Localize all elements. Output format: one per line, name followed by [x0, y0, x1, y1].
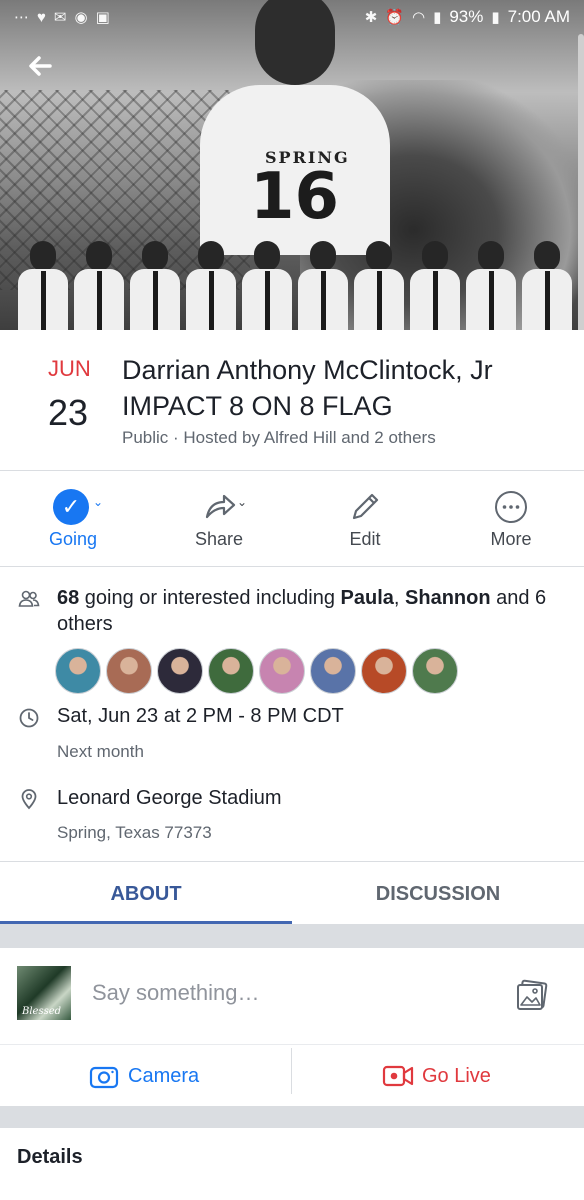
battery-percent: 93%: [449, 7, 484, 26]
person-figure: [522, 235, 572, 330]
event-time-relative: Next month: [57, 742, 144, 761]
tab-about[interactable]: ABOUT: [0, 862, 292, 924]
edit-button[interactable]: Edit: [292, 473, 438, 565]
event-time[interactable]: Sat, Jun 23 at 2 PM - 8 PM CDT: [57, 705, 344, 728]
person-figure: [18, 235, 68, 330]
people-icon: [18, 590, 40, 607]
chevron-down-icon: ⌄: [237, 495, 248, 509]
battery-icon: ▮: [491, 9, 500, 26]
guest-avatar[interactable]: [310, 648, 356, 694]
player-graphic: SPRING 16: [170, 0, 420, 255]
divider: [0, 470, 584, 471]
person-figure: [242, 235, 292, 330]
location-pin-icon: [21, 789, 37, 810]
guest-avatar[interactable]: [361, 648, 407, 694]
composer-input[interactable]: Say something…: [92, 980, 260, 1006]
mail-icon: ✉: [53, 9, 67, 26]
person-figure: [410, 235, 460, 330]
share-icon: [205, 494, 236, 519]
avatar-caption: Blessed: [22, 1006, 62, 1017]
video-camera-icon: [382, 1065, 414, 1087]
system-icons: ✱ ⏰ ◠ ▮ 93% ▮ 7:00 AM: [365, 7, 570, 27]
bluetooth-icon: ✱: [364, 9, 378, 26]
go-live-label: Go Live: [422, 1065, 491, 1087]
tab-discussion[interactable]: DISCUSSION: [292, 862, 584, 924]
alarm-icon: ⏰: [385, 9, 404, 26]
notification-icons: ⋯ ♥ ✉ ◉ ▣: [14, 8, 110, 27]
guest-name: Paula: [340, 587, 394, 609]
person-figure: [298, 235, 348, 330]
event-tabs: ABOUT DISCUSSION: [0, 862, 584, 924]
person-figure: [466, 235, 516, 330]
share-button[interactable]: ⌄ Share: [146, 473, 292, 565]
guest-avatar[interactable]: [106, 648, 152, 694]
guests-summary[interactable]: 68 going or interested including Paula, …: [57, 585, 572, 637]
chevron-down-icon: ⌄: [93, 495, 104, 509]
pencil-icon: [352, 493, 379, 520]
guests-count: 68: [57, 587, 80, 609]
clock-icon: [19, 708, 39, 728]
guest-avatar[interactable]: [259, 648, 305, 694]
event-address: Spring, Texas 77373: [57, 823, 212, 842]
guest-avatar[interactable]: [157, 648, 203, 694]
more-label: More: [490, 529, 532, 549]
more-notifications-icon: ⋯: [14, 9, 29, 26]
person-figure: [74, 235, 124, 330]
jersey-number: 16: [250, 160, 340, 234]
cbs-icon: ◉: [74, 9, 88, 26]
group-of-players: [0, 235, 584, 330]
more-icon: [495, 491, 527, 523]
more-button[interactable]: More: [438, 473, 584, 565]
going-label: Going: [48, 529, 98, 549]
photo-icon[interactable]: [515, 978, 549, 1012]
media-bar: Camera Go Live: [0, 1044, 584, 1106]
edit-label: Edit: [349, 529, 381, 549]
guest-name: Shannon: [405, 587, 491, 609]
guest-avatar[interactable]: [55, 648, 101, 694]
status-bar: ⋯ ♥ ✉ ◉ ▣ ✱ ⏰ ◠ ▮ 93% ▮ 7:00 AM: [0, 0, 584, 34]
person-figure: [186, 235, 236, 330]
camera-label: Camera: [128, 1065, 200, 1087]
check-circle-icon: ✓: [53, 489, 89, 525]
guest-avatar[interactable]: [412, 648, 458, 694]
event-title: Darrian Anthony McClintock, Jr IMPACT 8 …: [122, 355, 493, 421]
going-button[interactable]: ✓ ⌄ Going: [0, 473, 146, 565]
cover-photo[interactable]: SPRING 16: [0, 0, 584, 330]
person-figure: [354, 235, 404, 330]
wifi-icon: ◠: [411, 9, 426, 26]
clock-time: 7:00 AM: [507, 7, 570, 26]
camera-button[interactable]: Camera: [0, 1045, 292, 1107]
details-heading: Details: [17, 1146, 83, 1168]
guest-avatars[interactable]: [55, 648, 458, 694]
signal-icon: ▮: [433, 9, 442, 26]
guests-separator: ,: [393, 587, 406, 609]
section-gap: [0, 1106, 584, 1128]
event-day: 23: [48, 392, 89, 433]
media-divider: [291, 1048, 292, 1094]
person-figure: [130, 235, 180, 330]
post-composer: Blessed Say something…: [0, 948, 584, 1044]
event-month: JUN: [48, 356, 91, 381]
facebook-icon: ▣: [95, 9, 110, 26]
camera-icon: [89, 1066, 119, 1089]
guest-avatar[interactable]: [208, 648, 254, 694]
back-arrow-icon[interactable]: [26, 52, 54, 80]
event-subtitle[interactable]: Public · Hosted by Alfred Hill and 2 oth…: [122, 428, 436, 448]
divider: [0, 566, 584, 567]
section-gap: [0, 924, 584, 948]
guests-text-before: going or interested including: [79, 587, 341, 609]
share-label: Share: [194, 529, 244, 549]
twitter-icon: ♥: [37, 8, 46, 26]
go-live-button[interactable]: Go Live: [292, 1045, 584, 1107]
action-bar: ✓ ⌄ Going ⌄ Share Edit More: [0, 473, 584, 565]
event-location[interactable]: Leonard George Stadium: [57, 787, 282, 810]
details-section: Details: [0, 1128, 584, 1200]
